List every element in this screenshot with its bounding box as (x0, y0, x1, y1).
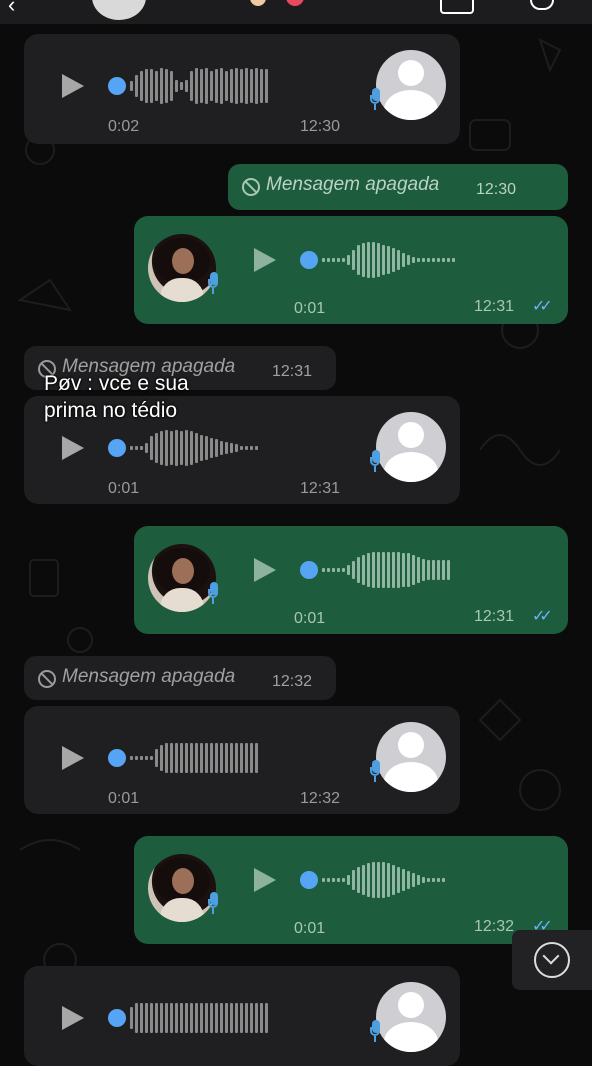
double-check-icon: ✓✓ (532, 608, 553, 625)
play-icon[interactable] (62, 74, 84, 98)
mic-icon (208, 892, 218, 914)
waveform[interactable] (130, 738, 260, 778)
playback-scrubber[interactable] (300, 251, 318, 269)
waveform[interactable] (130, 998, 270, 1038)
voice-duration: 0:01 (108, 790, 140, 807)
mic-icon (370, 450, 380, 472)
message-time: 12:31 (474, 298, 515, 315)
video-caption: Pøv : vce e sua prima no tédio (44, 372, 189, 422)
voice-duration: 0:01 (294, 610, 326, 627)
playback-scrubber[interactable] (108, 749, 126, 767)
sender-avatar (148, 544, 216, 612)
sender-avatar (148, 234, 216, 302)
emoji-icon (250, 0, 266, 6)
voice-duration: 0:01 (294, 920, 326, 937)
playback-scrubber[interactable] (108, 1009, 126, 1027)
message-time: 12:30 (300, 118, 341, 135)
waveform[interactable] (322, 860, 447, 900)
message-time: 12:31 (474, 608, 515, 625)
message-time: 12:31 (272, 363, 313, 380)
play-icon[interactable] (62, 436, 84, 460)
voice-message[interactable]: 0:01 12:32 ✓✓ (134, 836, 568, 944)
deleted-message[interactable]: Mensagem apagada 12:32 (24, 656, 336, 700)
voice-message[interactable]: 0:01 12:32 (24, 706, 460, 814)
playback-scrubber[interactable] (300, 871, 318, 889)
mic-icon (370, 1020, 380, 1042)
play-icon[interactable] (62, 1006, 84, 1030)
avatar-placeholder-icon (376, 50, 446, 120)
chat-header: ‹ (0, 0, 592, 24)
mic-icon (370, 760, 380, 782)
deleted-message-text: Mensagem apagada (266, 174, 440, 195)
voice-duration: 0:02 (108, 118, 140, 135)
waveform[interactable] (130, 66, 270, 106)
mic-icon (370, 88, 380, 110)
play-icon[interactable] (254, 248, 276, 272)
waveform[interactable] (322, 550, 452, 590)
play-icon[interactable] (62, 746, 84, 770)
voice-message[interactable]: 0:01 12:31 ✓✓ (134, 526, 568, 634)
voice-duration: 0:01 (294, 300, 326, 317)
avatar-placeholder-icon (376, 722, 446, 792)
message-time: 12:31 (300, 480, 341, 497)
back-arrow-icon[interactable]: ‹ (8, 0, 15, 18)
mic-icon (208, 582, 218, 604)
ban-icon (242, 178, 260, 196)
deleted-message[interactable]: Mensagem apagada 12:30 (228, 164, 568, 210)
contact-avatar[interactable] (92, 0, 146, 20)
message-time: 12:32 (300, 790, 341, 807)
waveform[interactable] (130, 428, 260, 468)
video-call-icon[interactable] (440, 0, 474, 14)
voice-message[interactable]: 0:02 12:30 (24, 34, 460, 144)
voice-duration: 0:01 (108, 480, 140, 497)
avatar-placeholder-icon (376, 982, 446, 1052)
ban-icon (38, 670, 56, 688)
voice-message[interactable] (24, 966, 460, 1066)
play-icon[interactable] (254, 558, 276, 582)
playback-scrubber[interactable] (300, 561, 318, 579)
voice-message[interactable]: 0:01 12:31 ✓✓ (134, 216, 568, 324)
double-check-icon: ✓✓ (532, 298, 553, 315)
scroll-to-bottom-button[interactable] (512, 930, 592, 990)
playback-scrubber[interactable] (108, 77, 126, 95)
message-time: 12:32 (272, 673, 313, 690)
playback-scrubber[interactable] (108, 439, 126, 457)
emoji-icon (286, 0, 304, 6)
sender-avatar (148, 854, 216, 922)
message-time: 12:30 (476, 181, 517, 198)
mic-icon (208, 272, 218, 294)
waveform[interactable] (322, 240, 457, 280)
play-icon[interactable] (254, 868, 276, 892)
voice-call-icon[interactable] (530, 0, 554, 10)
message-time: 12:32 (474, 918, 515, 935)
avatar-placeholder-icon (376, 412, 446, 482)
deleted-message-text: Mensagem apagada (62, 666, 236, 687)
